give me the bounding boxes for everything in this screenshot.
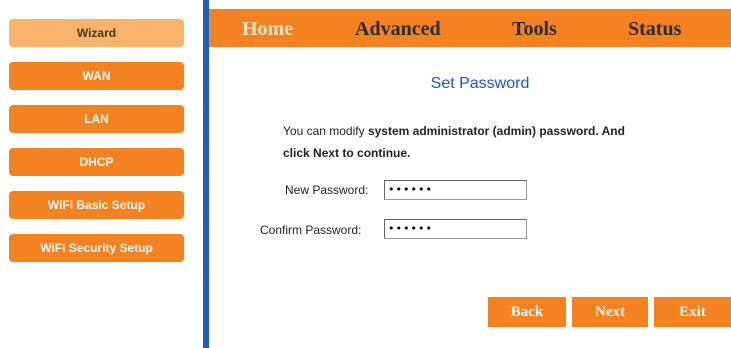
top-nav: Home Advanced Tools Status bbox=[209, 9, 731, 47]
sidebar: Wizard WAN LAN DHCP WiFi Basic Setup WiF… bbox=[0, 0, 200, 348]
next-button[interactable]: Next bbox=[572, 297, 648, 327]
instructions-text: You can modify system administrator (adm… bbox=[283, 120, 683, 164]
new-password-label: New Password: bbox=[285, 183, 369, 197]
exit-button[interactable]: Exit bbox=[654, 297, 731, 327]
instructions-bold1: system administrator (admin) password. A… bbox=[367, 124, 625, 138]
vertical-divider bbox=[203, 0, 209, 348]
sidebar-item-dhcp[interactable]: DHCP bbox=[9, 148, 184, 176]
sidebar-item-wifi-basic-setup[interactable]: WiFi Basic Setup bbox=[9, 191, 184, 219]
nav-tools[interactable]: Tools bbox=[512, 9, 557, 47]
page-title: Set Password bbox=[430, 75, 530, 92]
new-password-input[interactable]: •••••• bbox=[384, 180, 527, 200]
sidebar-item-wizard[interactable]: Wizard bbox=[9, 19, 184, 47]
back-button[interactable]: Back bbox=[488, 297, 566, 327]
sidebar-item-wan[interactable]: WAN bbox=[9, 62, 184, 90]
instructions-bold2: click Next to continue. bbox=[283, 146, 411, 160]
sidebar-item-lan[interactable]: LAN bbox=[9, 105, 184, 133]
instructions-part1: You can modify bbox=[283, 124, 368, 138]
sidebar-item-wifi-security-setup[interactable]: WiFi Security Setup bbox=[9, 234, 184, 262]
nav-home[interactable]: Home bbox=[242, 9, 293, 47]
nav-advanced[interactable]: Advanced bbox=[355, 9, 441, 47]
confirm-password-input[interactable]: •••••• bbox=[384, 219, 527, 239]
confirm-password-label: Confirm Password: bbox=[260, 223, 362, 237]
nav-status[interactable]: Status bbox=[628, 9, 681, 47]
